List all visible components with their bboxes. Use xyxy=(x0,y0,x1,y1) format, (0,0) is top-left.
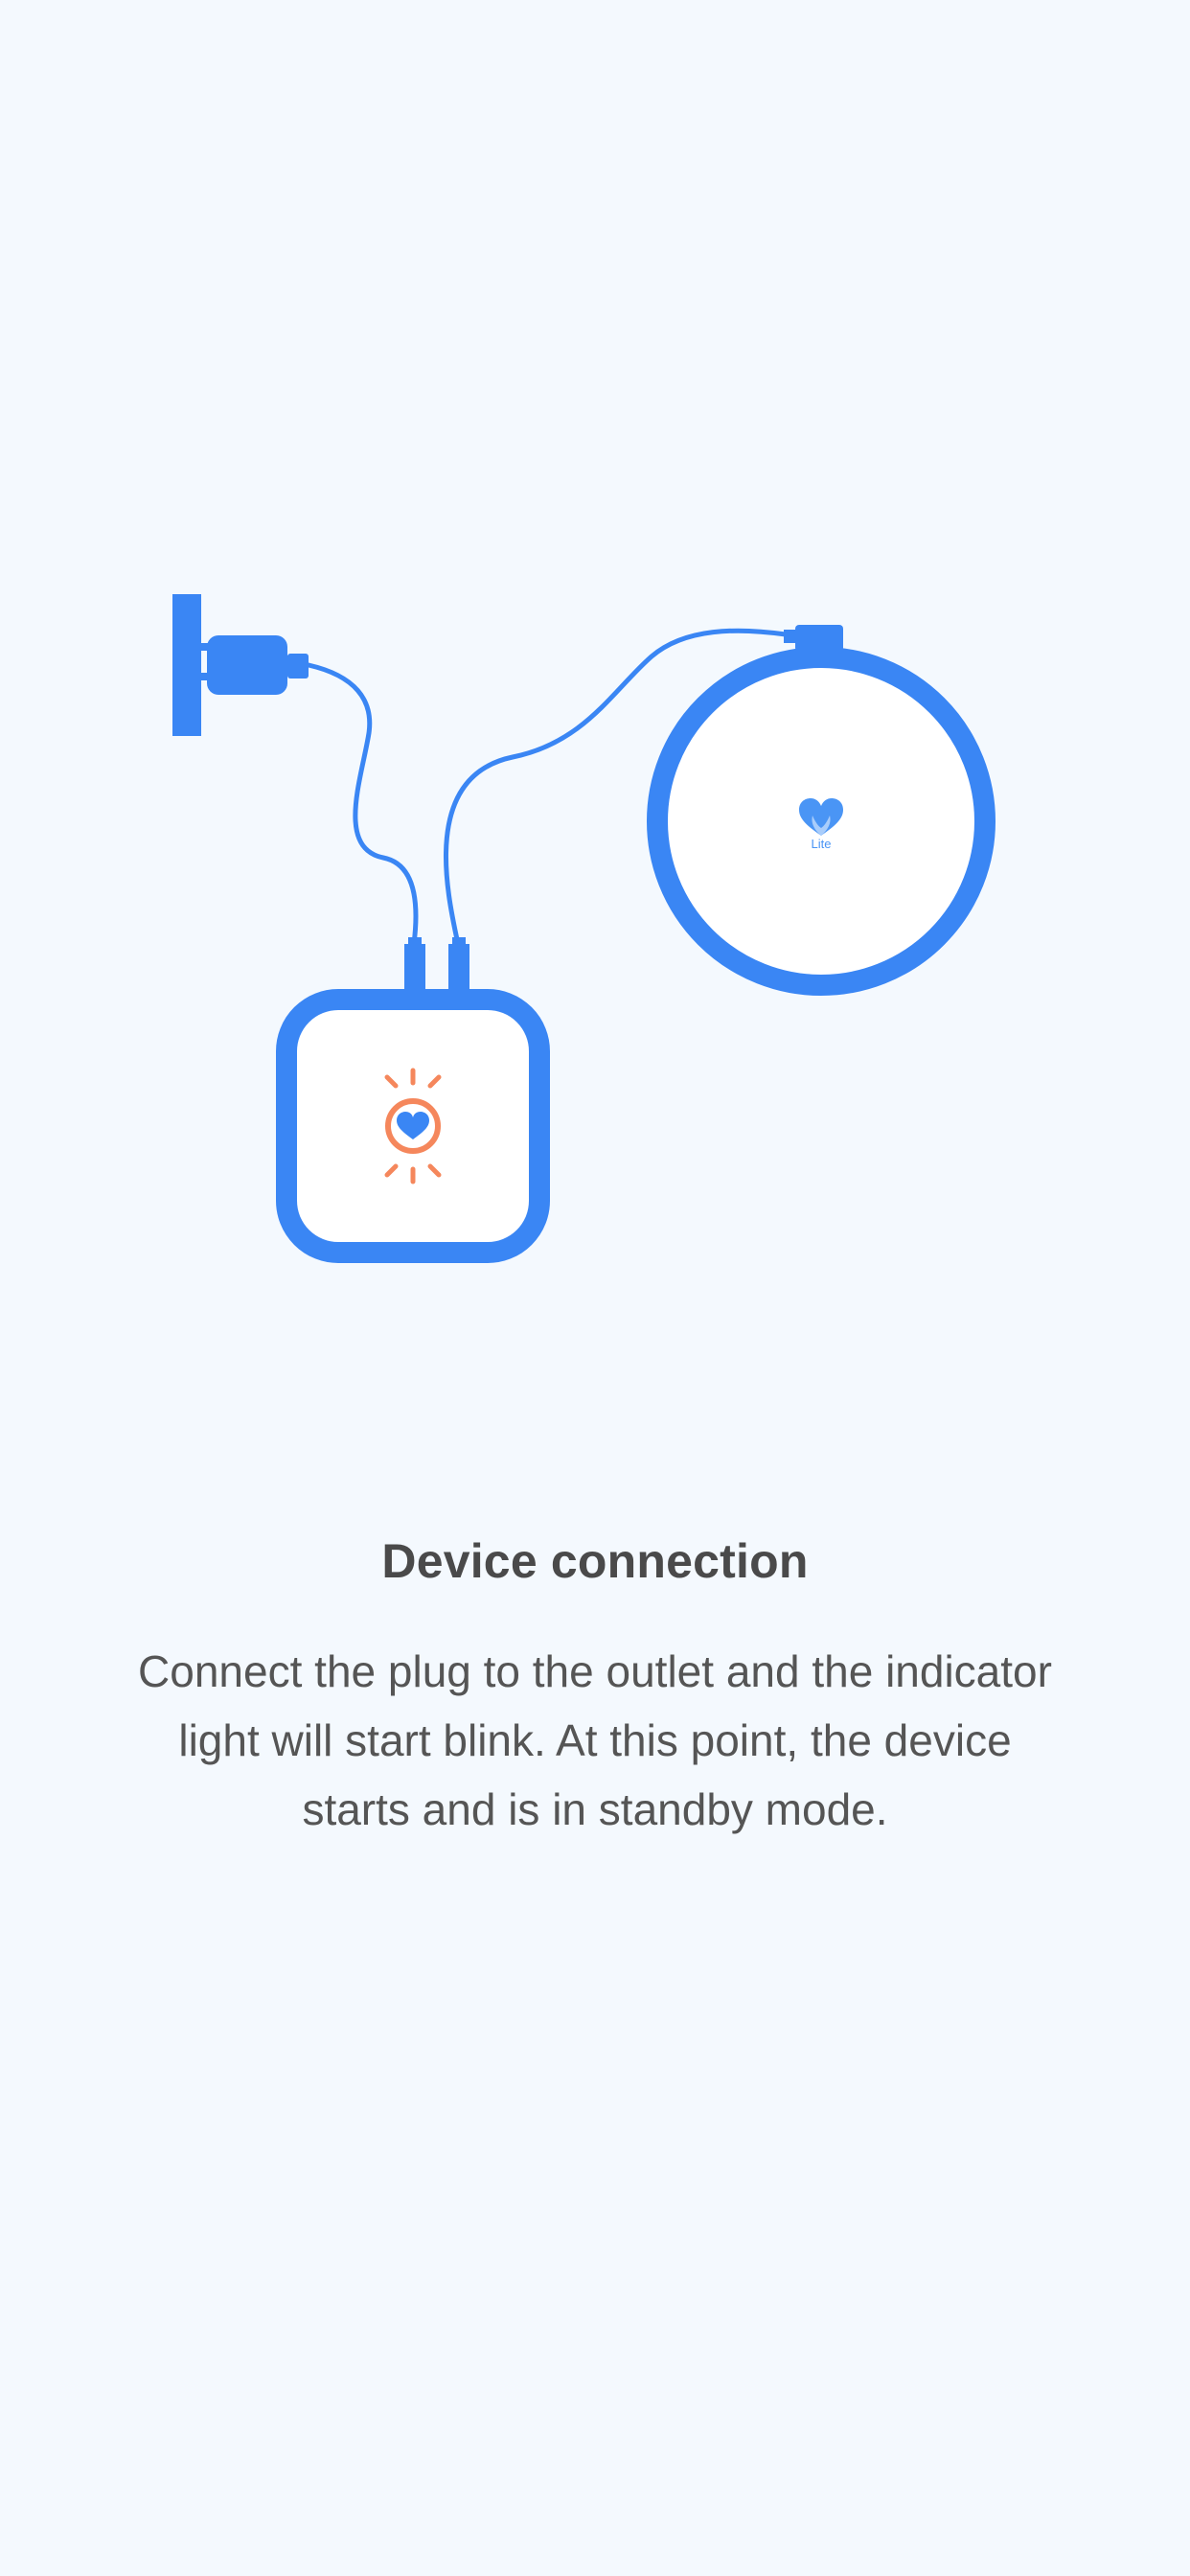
power-adapter-icon xyxy=(201,635,309,695)
adapter-cable xyxy=(306,662,419,947)
content-section: Device connection Connect the plug to th… xyxy=(0,1533,1190,1844)
page-title: Device connection xyxy=(381,1534,809,1588)
disc-logo-text: Lite xyxy=(812,837,832,851)
wall-outlet-icon xyxy=(172,594,201,736)
hub-device-icon xyxy=(276,937,550,1263)
sensor-disc-icon xyxy=(647,625,995,996)
page-description: Connect the plug to the outlet and the i… xyxy=(138,1646,1052,1834)
device-connection-illustration: Lite xyxy=(172,594,995,1263)
